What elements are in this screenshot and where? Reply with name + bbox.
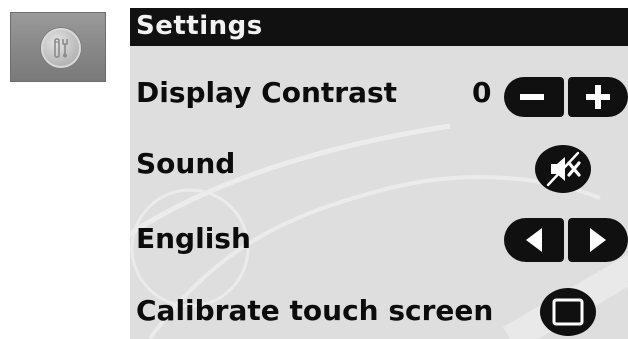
speaker-muted-icon [546, 151, 581, 187]
calibrate-label: Calibrate touch screen [136, 294, 494, 327]
plus-icon [586, 85, 610, 109]
settings-menu-button[interactable] [10, 12, 106, 82]
contrast-increase-button[interactable] [568, 77, 628, 117]
language-prev-button[interactable] [504, 218, 564, 262]
minus-icon [520, 94, 544, 100]
square-frame-icon [552, 298, 584, 326]
arrow-right-icon [590, 228, 606, 252]
display-contrast-label: Display Contrast [136, 76, 398, 109]
settings-screen: Settings Display Contrast 0 Sound Englis… [130, 8, 628, 339]
tools-icon [54, 38, 68, 58]
language-next-button[interactable] [568, 218, 628, 262]
settings-view: Settings Display Contrast 0 Sound Englis… [0, 0, 628, 339]
screen-title: Settings [136, 11, 263, 41]
knob [41, 28, 81, 68]
title-bar: Settings [130, 8, 628, 46]
sound-toggle-button[interactable] [535, 145, 591, 193]
contrast-decrease-button[interactable] [504, 77, 564, 117]
sound-label: Sound [136, 147, 236, 180]
contrast-value: 0 [472, 76, 492, 109]
arrow-left-icon [526, 228, 542, 252]
language-label: English [136, 222, 251, 255]
calibrate-touch-screen-button[interactable] [540, 288, 596, 336]
